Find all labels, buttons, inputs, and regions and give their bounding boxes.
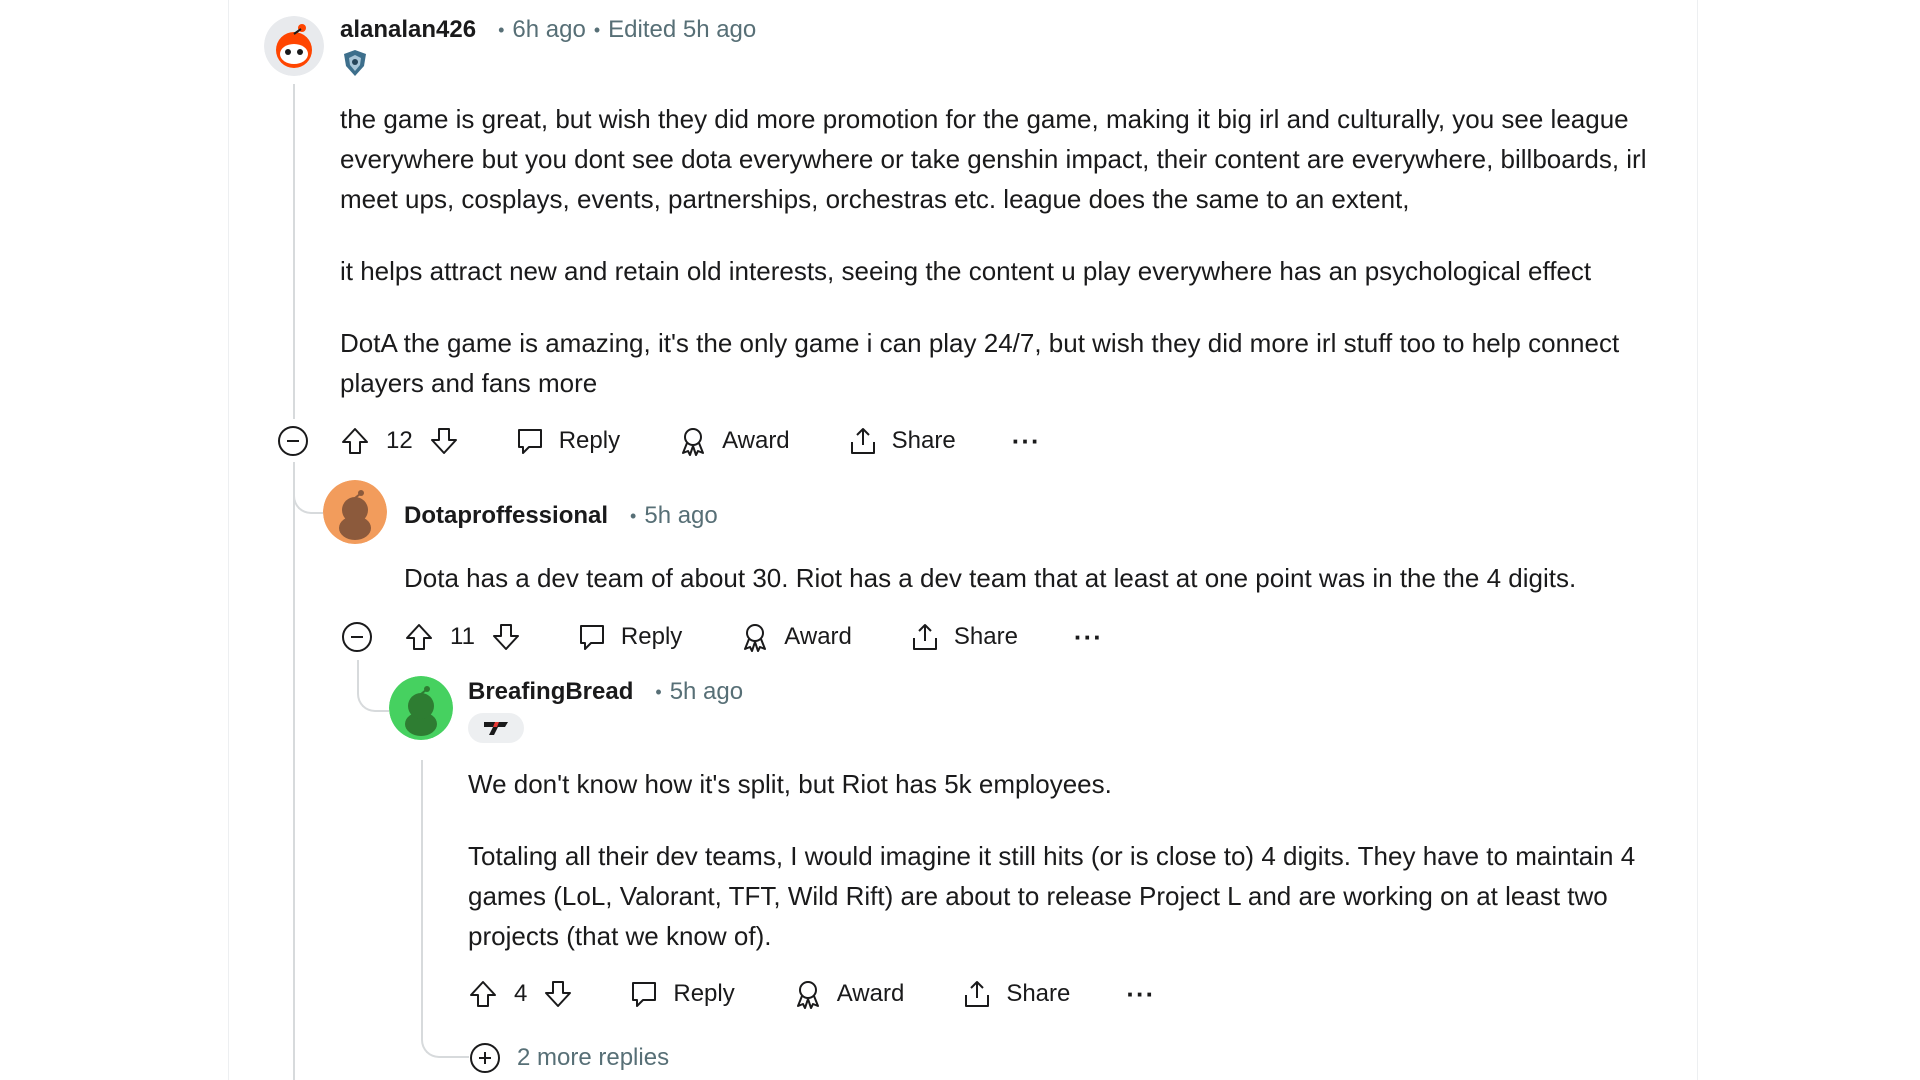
award-button[interactable]: Award <box>740 622 852 652</box>
comment-meta: alanalan426 • 6h ago • Edited 5h ago <box>340 14 756 46</box>
author-name[interactable]: BreafingBread <box>468 678 633 706</box>
comment-action-bar: 12 Reply Award Share ··· <box>340 421 1041 461</box>
avatar-alanalan426[interactable] <box>264 16 324 76</box>
upvote-button[interactable] <box>468 979 498 1009</box>
more-options-button[interactable]: ··· <box>1126 979 1155 1010</box>
separator-dot: • <box>630 505 637 526</box>
shield-emblem-icon <box>344 50 366 76</box>
share-button[interactable]: Share <box>848 426 956 456</box>
downvote-arrow-icon <box>430 428 457 454</box>
upvote-arrow-icon <box>342 428 368 454</box>
upvote-arrow-icon <box>406 624 432 650</box>
award-button[interactable]: Award <box>793 979 905 1009</box>
comment-action-bar: 4 Reply Award Share ··· <box>468 974 1155 1014</box>
more-options-button[interactable]: ··· <box>1012 426 1041 457</box>
speech-bubble-icon <box>632 982 657 1007</box>
comment-paragraph: the game is great, but wish they did mor… <box>340 104 1647 214</box>
comment-meta: Dotaproffessional • 5h ago <box>404 500 718 532</box>
share-button[interactable]: Share <box>910 622 1018 652</box>
game-logo-icon <box>484 722 508 735</box>
snoo-avatar-icon <box>264 16 324 76</box>
award-ribbon-icon <box>682 428 705 456</box>
thread-connector-more-replies <box>421 1010 469 1058</box>
comment-body: Dota has a dev team of about 30. Riot ha… <box>404 558 1684 598</box>
award-label: Award <box>784 623 852 650</box>
reply-button[interactable]: Reply <box>515 426 620 456</box>
reply-label: Reply <box>673 980 735 1007</box>
timestamp[interactable]: 5h ago <box>644 502 717 530</box>
comment-paragraph: it helps attract new and retain old inte… <box>340 256 1592 286</box>
vote-score: 4 <box>514 980 528 1007</box>
comment-body: We don't know how it's split, but Riot h… <box>468 764 1688 956</box>
thread-line-level-3[interactable] <box>421 760 423 1010</box>
separator-dot: • <box>593 19 601 40</box>
share-button[interactable]: Share <box>962 979 1070 1009</box>
separator-dot: • <box>498 19 505 40</box>
collapse-thread-button[interactable] <box>341 621 373 653</box>
author-name[interactable]: alanalan426 <box>340 16 476 44</box>
award-label: Award <box>722 427 790 454</box>
share-upload-icon <box>912 624 937 650</box>
snoo-avatar-icon <box>323 480 387 544</box>
comment-body: the game is great, but wish they did mor… <box>340 99 1680 403</box>
avatar-dotaproffessional[interactable] <box>323 480 387 544</box>
edited-label: Edited 5h ago <box>608 16 757 43</box>
minus-circle-icon <box>278 426 308 456</box>
award-button[interactable]: Award <box>678 426 790 456</box>
downvote-arrow-icon <box>545 981 572 1007</box>
thread-line-level-1[interactable] <box>293 84 295 419</box>
collapse-thread-button[interactable] <box>277 425 309 457</box>
comment-paragraph: Totaling all their dev teams, I would im… <box>468 841 1636 951</box>
share-label: Share <box>1006 980 1071 1007</box>
downvote-arrow-icon <box>492 624 519 650</box>
separator-dot: • <box>655 681 662 702</box>
upvote-button[interactable] <box>340 426 370 456</box>
award-ribbon-icon <box>744 624 767 652</box>
comment-meta: BreafingBread • 5h ago <box>468 676 743 708</box>
thread-connector-level-3 <box>357 660 389 712</box>
avatar-breafingbread[interactable] <box>389 676 453 740</box>
comment-thread-page: alanalan426 • 6h ago • Edited 5h ago the… <box>0 0 1920 1080</box>
reply-button[interactable]: Reply <box>577 622 682 652</box>
share-upload-icon <box>850 428 875 454</box>
user-flair-badge <box>468 713 524 743</box>
comment-paragraph: DotA the game is amazing, it's the only … <box>340 328 1620 398</box>
comment-action-bar: 11 Reply Award Share ··· <box>404 617 1103 657</box>
left-page-border <box>228 0 229 1080</box>
author-name[interactable]: Dotaproffessional <box>404 502 608 530</box>
reply-button[interactable]: Reply <box>629 979 735 1009</box>
timestamp[interactable]: 5h ago <box>670 678 743 706</box>
comment-paragraph: We don't know how it's split, but Riot h… <box>468 769 1112 799</box>
thread-line-level-1-lower[interactable] <box>293 462 295 1080</box>
more-options-button[interactable]: ··· <box>1074 622 1103 653</box>
vote-score: 12 <box>386 427 413 454</box>
downvote-button[interactable] <box>429 426 459 456</box>
upvote-button[interactable] <box>404 622 434 652</box>
snoo-avatar-icon <box>389 676 453 740</box>
more-replies-label: 2 more replies <box>517 1044 670 1071</box>
speech-bubble-icon <box>517 429 542 454</box>
downvote-button[interactable] <box>543 979 573 1009</box>
more-replies-link[interactable]: 2 more replies <box>469 1042 669 1074</box>
share-label: Share <box>891 427 956 454</box>
award-label: Award <box>836 980 905 1007</box>
user-flair-badge <box>340 48 370 78</box>
downvote-button[interactable] <box>491 622 521 652</box>
share-upload-icon <box>965 981 990 1007</box>
share-label: Share <box>953 623 1018 650</box>
right-page-border <box>1697 0 1698 1080</box>
thread-connector-level-2 <box>293 462 323 514</box>
reply-label: Reply <box>620 623 683 650</box>
upvote-arrow-icon <box>470 981 496 1007</box>
timestamp[interactable]: 6h ago <box>512 16 585 44</box>
award-ribbon-icon <box>796 981 819 1009</box>
speech-bubble-icon <box>579 625 604 650</box>
comment-paragraph: Dota has a dev team of about 30. Riot ha… <box>404 563 1577 593</box>
vote-score: 11 <box>450 623 475 650</box>
plus-circle-icon <box>470 1043 500 1073</box>
reply-label: Reply <box>558 427 621 454</box>
minus-circle-icon <box>342 622 372 652</box>
